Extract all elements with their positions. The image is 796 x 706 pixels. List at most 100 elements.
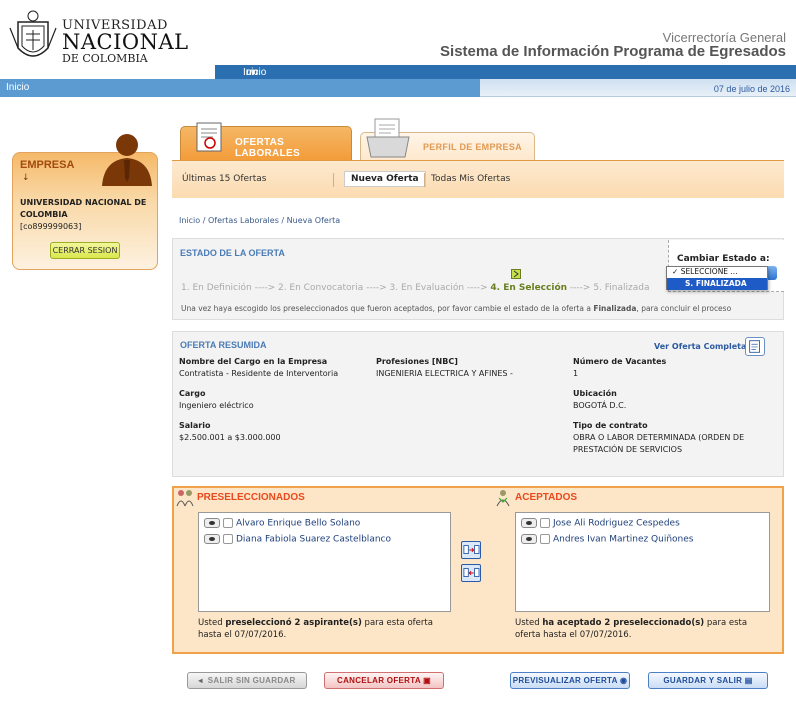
aceptados-title: ACEPTADOS	[515, 492, 578, 503]
step-arrow: ---->	[569, 283, 591, 293]
list-item[interactable]: Andres Ivan Martinez Quiñones	[521, 534, 694, 545]
resumen-title: OFERTA RESUMIDA	[180, 340, 267, 350]
move-to-preselected-icon[interactable]	[461, 564, 481, 582]
estado-note: Una vez haya escogido los preseleccionad…	[181, 304, 731, 313]
contrato-value-2: PRESTACIÓN DE SERVICIOS	[573, 445, 683, 454]
preseleccionados-list[interactable]: Alvaro Enrique Bello Solano Diana Fabiol…	[198, 512, 451, 612]
msg-text: Usted	[198, 618, 226, 628]
eye-icon: ◉	[619, 676, 628, 685]
note-text: Una vez haya escogido los preseleccionad…	[181, 304, 594, 313]
salario-value: $2.500.001 a $3.000.000	[179, 433, 281, 442]
eye-icon[interactable]	[521, 518, 537, 528]
msg-text: hasta el 07/07/2016.	[198, 630, 287, 640]
step-4-current: 4. En Selección	[490, 283, 568, 293]
aceptados-list[interactable]: Jose Ali Rodriguez Cespedes Andres Ivan …	[515, 512, 770, 612]
contrato-value-1: OBRA O LABOR DETERMINADA (ORDEN DE	[573, 433, 745, 442]
vacantes-value: 1	[573, 369, 579, 378]
list-item[interactable]: Jose Ali Rodriguez Cespedes	[521, 518, 680, 529]
vacantes-label: Número de Vacantes	[573, 357, 667, 366]
exit-without-saving-button[interactable]: ◂ SALIR SIN GUARDAR	[187, 672, 307, 689]
tab-perfil-label: PERFIL DE EMPRESA	[423, 142, 522, 152]
button-label: GUARDAR Y SALIR	[663, 676, 743, 685]
item-checkbox[interactable]	[223, 534, 233, 544]
breadcrumb-bar: Inicio	[0, 79, 796, 97]
move-to-accepted-icon[interactable]	[461, 541, 481, 559]
estado-title: ESTADO DE LA OFERTA	[180, 248, 285, 258]
nav-home-tab[interactable]: Inicio un	[215, 65, 796, 79]
list-item[interactable]: Diana Fabiola Suarez Castelblanco	[204, 534, 391, 545]
eye-icon[interactable]	[204, 518, 220, 528]
todas-ofertas-link[interactable]: Todas Mis Ofertas	[431, 174, 510, 184]
cargo-empresa-value: Contratista - Residente de Interventoria	[179, 369, 339, 378]
user-silhouette-icon	[102, 134, 152, 186]
save-and-exit-button[interactable]: GUARDAR Y SALIR ▤	[648, 672, 768, 689]
ubicacion-label: Ubicación	[573, 389, 617, 398]
item-checkbox[interactable]	[540, 518, 550, 528]
preview-offer-button[interactable]: PREVISUALIZAR OFERTA ◉	[510, 672, 630, 689]
empresa-code: [co899999063]	[20, 222, 82, 231]
cargo-empresa-label: Nombre del Cargo en la Empresa	[179, 357, 328, 366]
save-icon: ▤	[744, 676, 753, 685]
job-offer-icon	[196, 122, 222, 152]
msg-text: para esta	[704, 618, 748, 628]
cancel-offer-button[interactable]: CANCELAR OFERTA ▣	[324, 672, 444, 689]
step-2: 2. En Convocatoria	[277, 283, 364, 293]
contrato-label: Tipo de contrato	[573, 421, 648, 430]
candidate-name: Diana Fabiola Suarez Castelblanco	[236, 534, 391, 545]
cargo-value: Ingeniero eléctrico	[179, 401, 254, 410]
profesiones-value: INGENIERIA ELECTRICA Y AFINES -	[376, 369, 513, 378]
nueva-oferta-link[interactable]: Nueva Oferta	[344, 171, 426, 187]
button-label: SALIR SIN GUARDAR	[207, 676, 296, 685]
eye-icon[interactable]	[521, 534, 537, 544]
msg-bold: preseleccionó 2 aspirante(s)	[225, 618, 362, 628]
eye-icon[interactable]	[204, 534, 220, 544]
option-label: SELECCIONE ...	[680, 267, 738, 276]
header-title: Sistema de Información Programa de Egres…	[440, 43, 786, 60]
dropdown-option-finalizada[interactable]: S. FINALIZADA	[667, 278, 767, 290]
step-1: 1. En Definición	[181, 283, 252, 293]
people-icon	[176, 490, 194, 507]
tab-ofertas-laborales[interactable]: OFERTAS LABORALES	[180, 122, 352, 160]
item-checkbox[interactable]	[223, 518, 233, 528]
cargo-label: Cargo	[179, 389, 206, 398]
candidate-name: Jose Ali Rodriguez Cespedes	[553, 518, 680, 529]
step-arrow: ---->	[366, 283, 387, 293]
divider	[333, 173, 334, 187]
step-3: 3. En Evaluación	[389, 283, 465, 293]
current-step-marker-icon	[511, 269, 521, 279]
folder-icon	[366, 118, 410, 158]
empresa-name: UNIVERSIDAD NACIONAL DE COLOMBIA	[20, 198, 147, 219]
university-crest-icon	[9, 10, 57, 57]
oferta-resumida-panel: OFERTA RESUMIDA	[172, 331, 784, 477]
msg-bold: ha aceptado 2 preseleccionado(s)	[542, 618, 705, 628]
step-arrow: ---->	[254, 283, 276, 293]
candidate-name: Alvaro Enrique Bello Solano	[236, 518, 361, 529]
view-full-offer-link[interactable]: Ver Oferta Completa	[654, 342, 746, 351]
aceptados-message: Usted ha aceptado 2 preseleccionado(s) p…	[515, 617, 777, 641]
list-item[interactable]: Alvaro Enrique Bello Solano	[204, 518, 360, 529]
tab-ofertas-label: OFERTAS LABORALES	[235, 137, 300, 159]
msg-text: Usted	[515, 618, 543, 628]
preseleccionados-message: Usted preseleccionó 2 aspirante(s) para …	[198, 617, 453, 641]
document-view-icon[interactable]	[745, 337, 765, 356]
breadcrumb-home-link[interactable]: Inicio	[6, 82, 29, 93]
button-label: PREVISUALIZAR OFERTA	[512, 676, 618, 685]
preseleccionados-title: PRESELECCIONADOS	[197, 492, 305, 503]
candidate-name: Andres Ivan Martinez Quiñones	[553, 534, 694, 545]
msg-text: para esta oferta	[361, 618, 433, 628]
divider	[424, 173, 425, 187]
logo-line3: DE COLOMBIA	[62, 52, 148, 65]
logout-button[interactable]: CERRAR SESION	[50, 242, 120, 259]
dropdown-option-seleccione[interactable]: ✓ SELECCIONE ...	[667, 267, 767, 278]
tab-perfil-empresa[interactable]: PERFIL DE EMPRESA	[360, 118, 535, 160]
cancel-doc-icon: ▣	[423, 676, 431, 685]
item-checkbox[interactable]	[540, 534, 550, 544]
note-bold: Finalizada	[593, 304, 637, 313]
un-brand: un	[246, 67, 259, 78]
step-arrow: ---->	[467, 283, 488, 293]
ultimas-ofertas-link[interactable]: Últimas 15 Ofertas	[182, 174, 267, 184]
arrow-down-icon: ↓	[22, 173, 30, 183]
salario-label: Salario	[179, 421, 211, 430]
accepted-people-icon	[496, 490, 510, 507]
change-state-dropdown[interactable]: ✓ SELECCIONE ... S. FINALIZADA	[666, 266, 768, 290]
